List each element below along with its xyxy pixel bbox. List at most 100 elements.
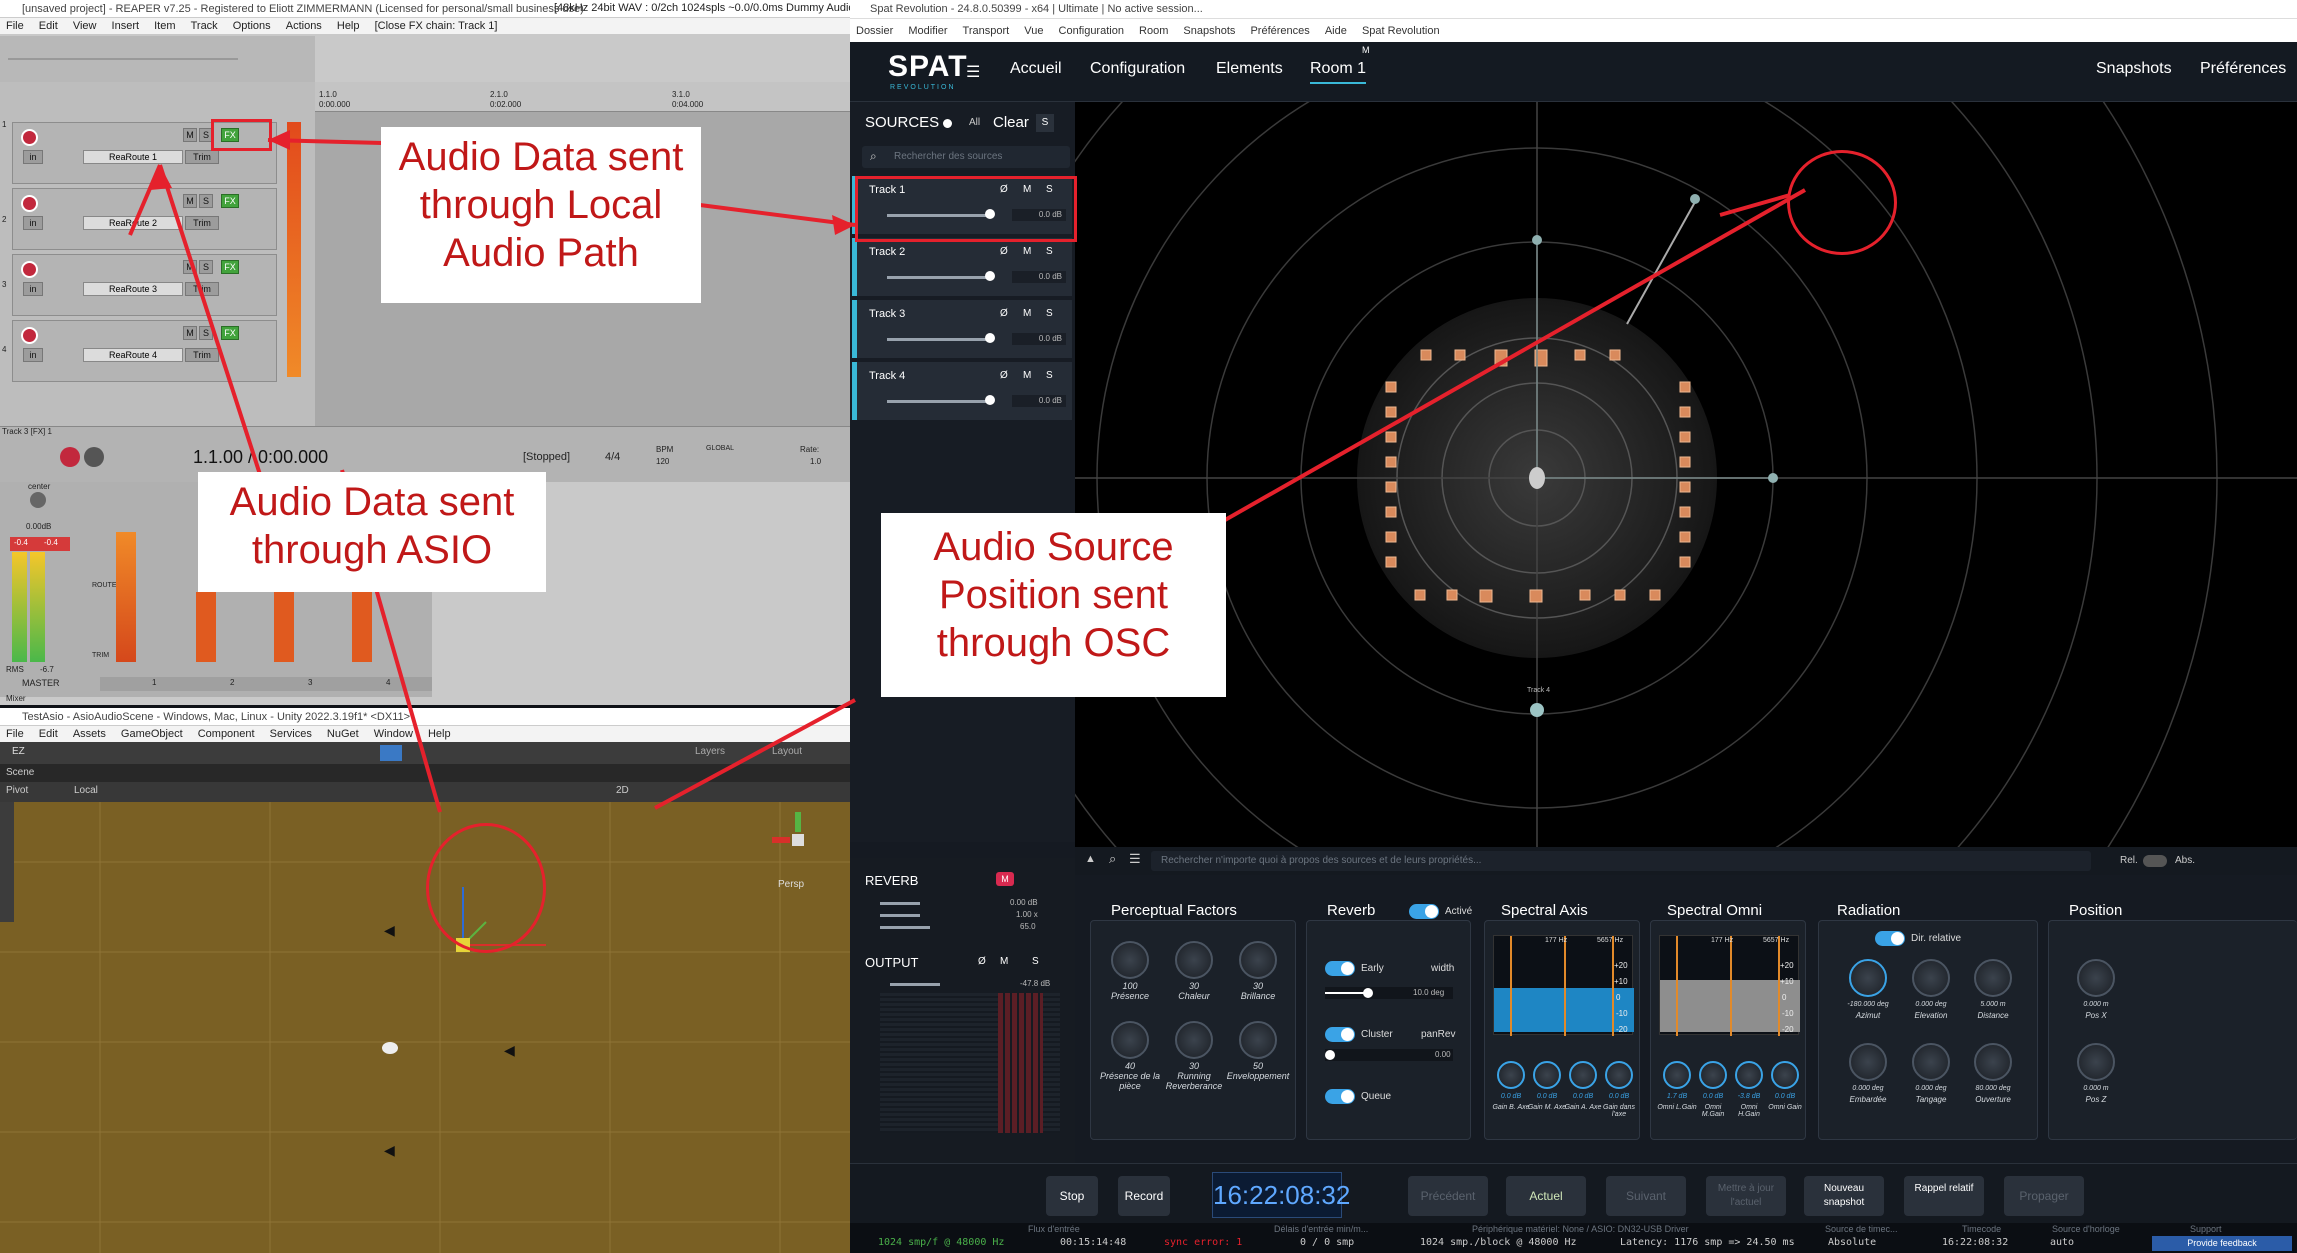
early-toggle[interactable] xyxy=(1325,961,1355,976)
bpm-value[interactable]: 120 xyxy=(656,457,669,466)
knob-omni-l-gain[interactable] xyxy=(1663,1061,1691,1089)
output-phase[interactable]: Ø xyxy=(978,956,986,967)
menu-item[interactable]: Item xyxy=(154,20,175,32)
track-3[interactable]: M S FX in ReaRoute 3 Trim xyxy=(12,254,277,316)
cluster-toggle[interactable] xyxy=(1325,1027,1355,1042)
knob-brillance[interactable] xyxy=(1239,941,1277,979)
nav-configuration[interactable]: Configuration xyxy=(1090,60,1185,78)
reverb-slider-2[interactable] xyxy=(880,914,920,917)
knob-gain-a-axe[interactable] xyxy=(1569,1061,1597,1089)
spat-menu-configuration[interactable]: Configuration xyxy=(1059,25,1124,37)
snapshot-new[interactable]: Nouveau snapshot xyxy=(1804,1176,1884,1216)
mute-button[interactable]: M xyxy=(183,128,197,142)
hamburger-icon[interactable]: ☰ xyxy=(966,62,980,82)
sources-search[interactable]: ⌕ Rechercher des sources xyxy=(862,146,1070,168)
rec-arm-button[interactable] xyxy=(21,261,38,278)
unity-menu-gameobject[interactable]: GameObject xyxy=(121,728,183,740)
input-button[interactable]: in xyxy=(23,150,43,164)
solo-button[interactable]: S xyxy=(1046,246,1053,257)
output-slider[interactable] xyxy=(890,983,940,986)
snapshot-current[interactable]: Actuel xyxy=(1506,1176,1586,1216)
tab-scene[interactable]: Scene xyxy=(6,767,34,778)
pan-knob[interactable] xyxy=(30,492,46,508)
route-label[interactable]: ReaRoute 2 xyxy=(83,216,183,230)
sources-solo[interactable]: S xyxy=(1036,114,1054,132)
unity-menu-file[interactable]: File xyxy=(6,728,24,740)
solo-button[interactable]: S xyxy=(199,326,213,340)
sources-dot[interactable] xyxy=(943,119,952,128)
route-label[interactable]: ReaRoute 3 xyxy=(83,282,183,296)
knob-running-reverberance[interactable] xyxy=(1175,1021,1213,1059)
trim-button[interactable]: Trim xyxy=(185,150,219,164)
knob-omni-gain[interactable] xyxy=(1771,1061,1799,1089)
rec-arm-button[interactable] xyxy=(21,195,38,212)
rec-arm-button[interactable] xyxy=(21,327,38,344)
scene-view[interactable]: ◀ ◀ ◀ Persp xyxy=(0,802,850,1253)
width-slider[interactable]: 10.0 deg xyxy=(1325,987,1453,999)
knob-chaleur[interactable] xyxy=(1175,941,1213,979)
time-signature[interactable]: 4/4 xyxy=(605,451,620,463)
track-4[interactable]: M S FX in ReaRoute 4 Trim xyxy=(12,320,277,382)
knob-elevation[interactable] xyxy=(1912,959,1950,997)
queue-toggle[interactable] xyxy=(1325,1089,1355,1104)
reverb-active-toggle[interactable] xyxy=(1409,904,1439,919)
unity-menu-help[interactable]: Help xyxy=(428,728,451,740)
rec-arm-button[interactable] xyxy=(21,129,38,146)
trim-button[interactable]: Trim xyxy=(185,348,219,362)
layout-dropdown[interactable]: Layout xyxy=(772,746,802,757)
input-button[interactable]: in xyxy=(23,216,43,230)
snapshot-propagate[interactable]: Propager xyxy=(2004,1176,2084,1216)
mute-button[interactable]: M xyxy=(1023,370,1031,381)
sources-all[interactable]: All xyxy=(969,117,980,128)
unity-menu-assets[interactable]: Assets xyxy=(73,728,106,740)
gain-slider-handle[interactable] xyxy=(985,333,995,343)
knob-gain-m-axe[interactable] xyxy=(1533,1061,1561,1089)
sources-clear[interactable]: Clear xyxy=(993,114,1029,131)
solo-button[interactable]: S xyxy=(1046,370,1053,381)
knob-omni-h-gain[interactable] xyxy=(1735,1061,1763,1089)
mute-button[interactable]: M xyxy=(183,194,197,208)
unity-menu-edit[interactable]: Edit xyxy=(39,728,58,740)
snapshot-next[interactable]: Suivant xyxy=(1606,1176,1686,1216)
spat-menu-snapshots[interactable]: Snapshots xyxy=(1183,25,1235,37)
spat-menu-aide[interactable]: Aide xyxy=(1325,25,1347,37)
phase-button[interactable]: Ø xyxy=(1000,370,1008,381)
layers-dropdown[interactable]: Layers xyxy=(695,746,725,757)
source-track-3[interactable]: Track 3 Ø M S 0.0 dB xyxy=(852,300,1072,358)
reverb-mute[interactable]: M xyxy=(996,872,1014,886)
unity-menu-window[interactable]: Window xyxy=(374,728,413,740)
nav-accueil[interactable]: Accueil xyxy=(1010,60,1062,78)
gain-slider-handle[interactable] xyxy=(985,395,995,405)
reverb-slider-3[interactable] xyxy=(880,926,930,929)
spat-menu-preferences[interactable]: Préférences xyxy=(1250,25,1309,37)
input-button[interactable]: in xyxy=(23,348,43,362)
mute-button[interactable]: M xyxy=(1023,308,1031,319)
close-fx-chain[interactable]: [Close FX chain: Track 1] xyxy=(375,20,498,32)
menu-options[interactable]: Options xyxy=(233,20,271,32)
play-button[interactable] xyxy=(380,745,402,761)
menu-view[interactable]: View xyxy=(73,20,97,32)
provide-feedback-button[interactable]: Provide feedback xyxy=(2152,1236,2292,1251)
knob-presence[interactable] xyxy=(1111,941,1149,979)
route-label[interactable]: ReaRoute 1 xyxy=(83,150,183,164)
dir-relative-toggle[interactable] xyxy=(1875,931,1905,946)
knob-gain-b-axe[interactable] xyxy=(1497,1061,1525,1089)
knob-omni-m-gain[interactable] xyxy=(1699,1061,1727,1089)
status-value[interactable]: auto xyxy=(2050,1237,2074,1248)
track-2[interactable]: M S FX in ReaRoute 2 Trim xyxy=(12,188,277,250)
spectral-axis-graph[interactable] xyxy=(1493,935,1634,1036)
phase-button[interactable]: Ø xyxy=(1000,308,1008,319)
global-label[interactable]: GLOBAL xyxy=(706,445,734,452)
knob-pos-z[interactable] xyxy=(2077,1043,2115,1081)
menu-edit[interactable]: Edit xyxy=(39,20,58,32)
knob-distance[interactable] xyxy=(1974,959,2012,997)
spat-menu-spat[interactable]: Spat Revolution xyxy=(1362,25,1440,37)
spat-menu-modifier[interactable]: Modifier xyxy=(908,25,947,37)
nav-preferences[interactable]: Préférences xyxy=(2200,60,2286,78)
spat-menu-transport[interactable]: Transport xyxy=(963,25,1010,37)
knob-azimut[interactable] xyxy=(1849,959,1887,997)
persp-label[interactable]: Persp xyxy=(778,879,804,890)
knob-ouverture[interactable] xyxy=(1974,1043,2012,1081)
route-label[interactable]: ReaRoute 4 xyxy=(83,348,183,362)
gain-slider[interactable] xyxy=(887,338,987,341)
